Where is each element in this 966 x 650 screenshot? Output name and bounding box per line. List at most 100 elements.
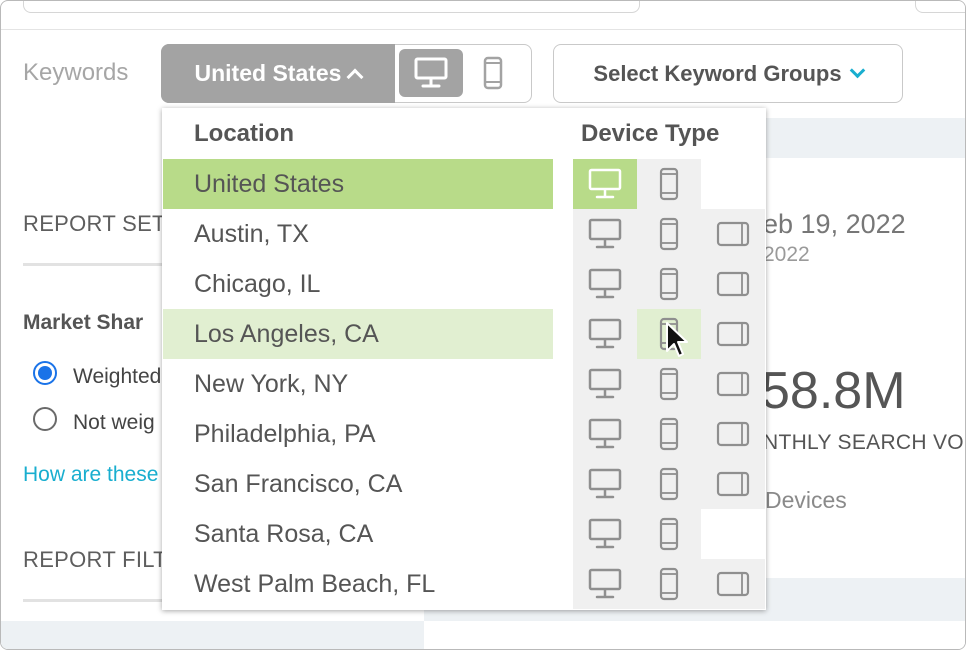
divider	[23, 263, 183, 266]
date-range-secondary: 2022	[763, 243, 810, 266]
keyword-groups-button[interactable]: Select Keyword Groups	[553, 44, 903, 103]
top-search-input[interactable]	[23, 1, 640, 13]
tablet-icon	[716, 571, 750, 597]
desktop-icon	[588, 568, 622, 599]
mobile-option[interactable]	[637, 159, 701, 209]
tablet-icon	[716, 371, 750, 397]
divider	[1, 29, 965, 30]
mobile-icon	[659, 467, 679, 501]
mobile-icon	[483, 56, 503, 90]
location-option-label: Austin, TX	[194, 219, 309, 248]
desktop-icon	[588, 218, 622, 249]
location-option[interactable]: Austin, TX	[163, 209, 553, 259]
mobile-option[interactable]	[637, 559, 701, 609]
desktop-icon	[588, 418, 622, 449]
device-column-header: Device Type	[581, 120, 720, 147]
report-filters-heading: REPORT FILT	[23, 547, 167, 572]
location-option-label: San Francisco, CA	[194, 469, 403, 498]
location-option[interactable]: Chicago, IL	[163, 259, 553, 309]
app-window: Keywords United States Select Keyword Gr…	[0, 0, 966, 650]
desktop-icon	[588, 468, 622, 499]
mobile-icon	[659, 367, 679, 401]
how-calculated-link[interactable]: How are these	[23, 463, 158, 487]
desktop-option[interactable]	[573, 559, 637, 609]
location-option-label: West Palm Beach, FL	[194, 569, 436, 598]
desktop-option[interactable]	[573, 159, 637, 209]
top-right-input[interactable]	[915, 1, 965, 13]
location-option-label: Los Angeles, CA	[194, 319, 379, 348]
mobile-icon	[659, 267, 679, 301]
location-option[interactable]: New York, NY	[163, 359, 553, 409]
panel-gap	[1, 621, 424, 649]
desktop-option[interactable]	[573, 409, 637, 459]
tablet-icon	[716, 471, 750, 497]
mobile-option[interactable]	[637, 209, 701, 259]
chevron-down-icon	[849, 62, 865, 79]
tablet-icon	[716, 221, 750, 247]
location-option-label: United States	[194, 169, 345, 198]
empty-device-cell	[701, 159, 765, 209]
mobile-icon	[659, 567, 679, 601]
date-range: eb 19, 2022	[763, 209, 906, 239]
desktop-icon	[588, 518, 622, 549]
mobile-option[interactable]	[637, 459, 701, 509]
mobile-option[interactable]	[637, 359, 701, 409]
tablet-option[interactable]	[701, 259, 765, 309]
location-option[interactable]: Santa Rosa, CA	[163, 509, 553, 559]
weighted-radio[interactable]	[33, 361, 57, 385]
location-option[interactable]: United States	[163, 159, 553, 209]
market-share-heading: Market Shar	[23, 311, 144, 334]
location-dropdown-button[interactable]: United States	[161, 44, 395, 103]
location-option-label: New York, NY	[194, 369, 349, 398]
tablet-option[interactable]	[701, 409, 765, 459]
tablet-option[interactable]	[701, 209, 765, 259]
mobile-option[interactable]	[637, 259, 701, 309]
location-dropdown-menu: Location Device Type United States Austin…	[162, 108, 766, 610]
desktop-icon	[588, 368, 622, 399]
desktop-option[interactable]	[573, 309, 637, 359]
mobile-option[interactable]	[637, 509, 701, 559]
keyword-groups-label: Select Keyword Groups	[593, 60, 842, 86]
location-option-label: Philadelphia, PA	[194, 419, 376, 448]
location-option[interactable]: Philadelphia, PA	[163, 409, 553, 459]
desktop-option[interactable]	[573, 459, 637, 509]
report-settings-heading: REPORT SET	[23, 211, 166, 236]
tablet-icon	[716, 321, 750, 347]
divider	[23, 599, 183, 602]
chevron-up-icon	[346, 68, 364, 85]
devices-label: Devices	[765, 487, 847, 513]
search-volume-label: NTHLY SEARCH VOL	[763, 431, 966, 454]
mouse-cursor-icon	[666, 322, 688, 357]
desktop-option[interactable]	[573, 509, 637, 559]
tablet-option[interactable]	[701, 359, 765, 409]
desktop-icon	[414, 57, 448, 88]
mobile-icon	[659, 417, 679, 451]
weighted-label: Weighted	[73, 365, 162, 388]
summary-card-lower	[424, 621, 965, 649]
location-option[interactable]: San Francisco, CA	[163, 459, 553, 509]
location-option-label: Santa Rosa, CA	[194, 519, 374, 548]
mobile-icon	[659, 217, 679, 251]
not-weighted-radio[interactable]	[33, 407, 57, 431]
location-column-header: Location	[194, 120, 294, 147]
mobile-option[interactable]	[637, 409, 701, 459]
search-volume-value: 58.8M	[761, 362, 906, 420]
tablet-option[interactable]	[701, 309, 765, 359]
keywords-label: Keywords	[23, 59, 129, 86]
desktop-option[interactable]	[573, 209, 637, 259]
empty-device-cell	[701, 509, 765, 559]
desktop-option[interactable]	[573, 259, 637, 309]
tablet-icon	[716, 271, 750, 297]
location-button-label: United States	[194, 60, 342, 86]
desktop-option[interactable]	[573, 359, 637, 409]
tablet-icon	[716, 421, 750, 447]
location-option[interactable]: West Palm Beach, FL	[163, 559, 553, 609]
location-option-label: Chicago, IL	[194, 269, 321, 298]
desktop-icon	[588, 268, 622, 299]
mobile-device-button[interactable]	[467, 49, 519, 97]
tablet-option[interactable]	[701, 559, 765, 609]
tablet-option[interactable]	[701, 459, 765, 509]
location-option[interactable]: Los Angeles, CA	[163, 309, 553, 359]
desktop-icon	[588, 168, 622, 199]
desktop-device-button[interactable]	[399, 49, 463, 97]
